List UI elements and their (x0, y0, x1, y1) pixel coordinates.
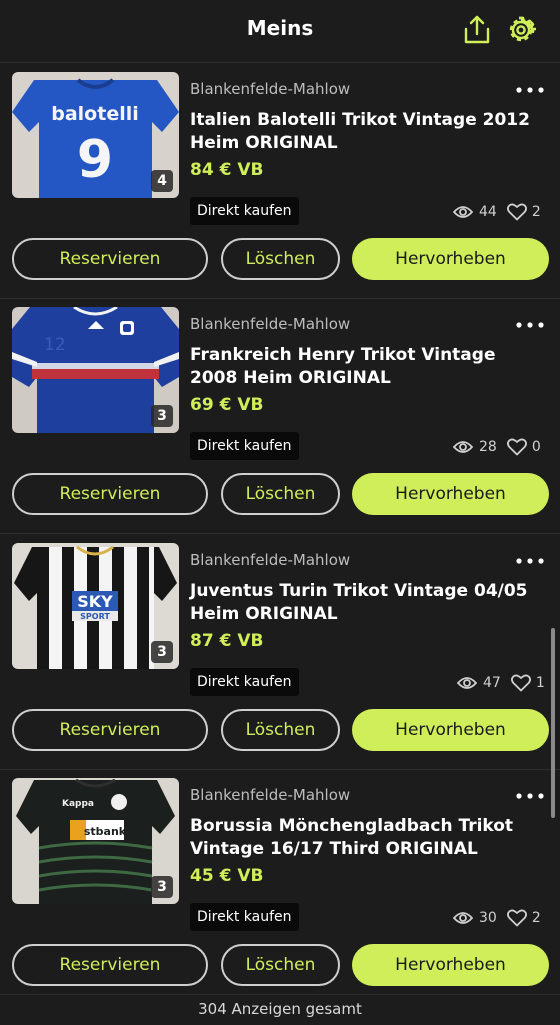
listing-card[interactable]: 12 3 Blankenfelde-Mahlow Frankreich Henr… (0, 297, 560, 534)
listing-location: Blankenfelde-Mahlow (190, 551, 351, 569)
listing-price: 87 € VB (190, 631, 264, 651)
direct-buy-badge: Direkt kaufen (190, 432, 299, 460)
more-options-button[interactable] (512, 315, 548, 335)
listing-card[interactable]: balotelli 9 4 Blankenfelde-Mahlow Italie… (0, 62, 560, 299)
likes-count: 2 (531, 204, 541, 220)
heart-icon (506, 438, 527, 456)
top-bar: Meins (0, 0, 560, 63)
listing-stats: 44 2 (453, 202, 553, 222)
listing-image[interactable]: 12 3 (12, 307, 179, 433)
direct-buy-badge: Direkt kaufen (190, 903, 299, 931)
image-count-badge: 3 (151, 641, 173, 663)
gear-icon (509, 16, 536, 42)
brand-logo-text: Kappa (62, 799, 94, 809)
sponsor-logo-text: SKY (77, 592, 113, 611)
listing-stats: 28 0 (453, 437, 553, 457)
more-options-button[interactable] (512, 80, 548, 100)
delete-button[interactable]: Löschen (221, 944, 340, 986)
image-count-badge: 3 (151, 876, 173, 898)
views-count: 28 (479, 439, 497, 455)
listing-location: Blankenfelde-Mahlow (190, 315, 351, 333)
views-count: 47 (483, 675, 501, 691)
eye-icon (453, 441, 473, 453)
heart-icon (506, 909, 527, 927)
listing-stats: 30 2 (453, 908, 553, 928)
listing-image[interactable]: balotelli 9 4 (12, 72, 179, 198)
highlight-button[interactable]: Hervorheben (352, 709, 549, 751)
listing-title[interactable]: Juventus Turin Trikot Vintage 04/05 Heim… (190, 580, 540, 626)
share-button[interactable] (459, 12, 495, 48)
reserve-button[interactable]: Reservieren (12, 709, 208, 751)
listing-image[interactable]: SKY SPORT 3 (12, 543, 179, 669)
image-count-badge: 3 (151, 405, 173, 427)
listing-price: 84 € VB (190, 160, 264, 180)
delete-button[interactable]: Löschen (221, 473, 340, 515)
direct-buy-badge: Direkt kaufen (190, 668, 299, 696)
jersey-name-text: balotelli (51, 103, 139, 125)
image-count-badge: 4 (151, 170, 173, 192)
listing-stats: 47 1 (457, 673, 557, 693)
more-dots-icon (516, 558, 544, 564)
eye-icon (457, 677, 477, 689)
listing-title[interactable]: Frankreich Henry Trikot Vintage 2008 Hei… (190, 344, 540, 390)
listing-location: Blankenfelde-Mahlow (190, 786, 351, 804)
likes-count: 2 (531, 910, 541, 926)
total-listings-footer: 304 Anzeigen gesamt (0, 994, 560, 1025)
scrollbar[interactable] (551, 628, 555, 818)
more-dots-icon (516, 793, 544, 799)
eye-icon (453, 912, 473, 924)
eye-icon (453, 206, 473, 218)
more-options-button[interactable] (512, 786, 548, 806)
heart-icon (506, 203, 527, 221)
listing-location: Blankenfelde-Mahlow (190, 80, 351, 98)
highlight-button[interactable]: Hervorheben (352, 944, 549, 986)
reserve-button[interactable]: Reservieren (12, 944, 208, 986)
sponsor-sub-text: SPORT (80, 612, 110, 621)
listing-image[interactable]: Kappa stbank 3 (12, 778, 179, 904)
more-dots-icon (516, 87, 544, 93)
views-count: 44 (479, 204, 497, 220)
listing-price: 45 € VB (190, 866, 264, 886)
views-count: 30 (479, 910, 497, 926)
share-upload-icon (464, 15, 490, 44)
reserve-button[interactable]: Reservieren (12, 238, 208, 280)
reserve-button[interactable]: Reservieren (12, 473, 208, 515)
listing-title[interactable]: Italien Balotelli Trikot Vintage 2012 He… (190, 109, 540, 155)
listing-title[interactable]: Borussia Mönchengladbach Trikot Vintage … (190, 815, 540, 861)
highlight-button[interactable]: Hervorheben (352, 238, 549, 280)
listing-card[interactable]: Kappa stbank 3 Blankenfelde-Mahlow Borus… (0, 768, 560, 1005)
jersey-number-text: 9 (77, 130, 113, 190)
listing-price: 69 € VB (190, 395, 264, 415)
delete-button[interactable]: Löschen (221, 709, 340, 751)
highlight-button[interactable]: Hervorheben (352, 473, 549, 515)
likes-count: 0 (531, 439, 541, 455)
heart-icon (510, 674, 531, 692)
settings-button[interactable] (503, 12, 539, 48)
sponsor-logo-text: stbank (84, 825, 127, 838)
listing-card[interactable]: SKY SPORT 3 Blankenfelde-Mahlow Juventus… (0, 533, 560, 770)
direct-buy-badge: Direkt kaufen (190, 197, 299, 225)
more-options-button[interactable] (512, 551, 548, 571)
more-dots-icon (516, 322, 544, 328)
jersey-number-text: 12 (44, 335, 66, 355)
likes-count: 1 (535, 675, 545, 691)
delete-button[interactable]: Löschen (221, 238, 340, 280)
